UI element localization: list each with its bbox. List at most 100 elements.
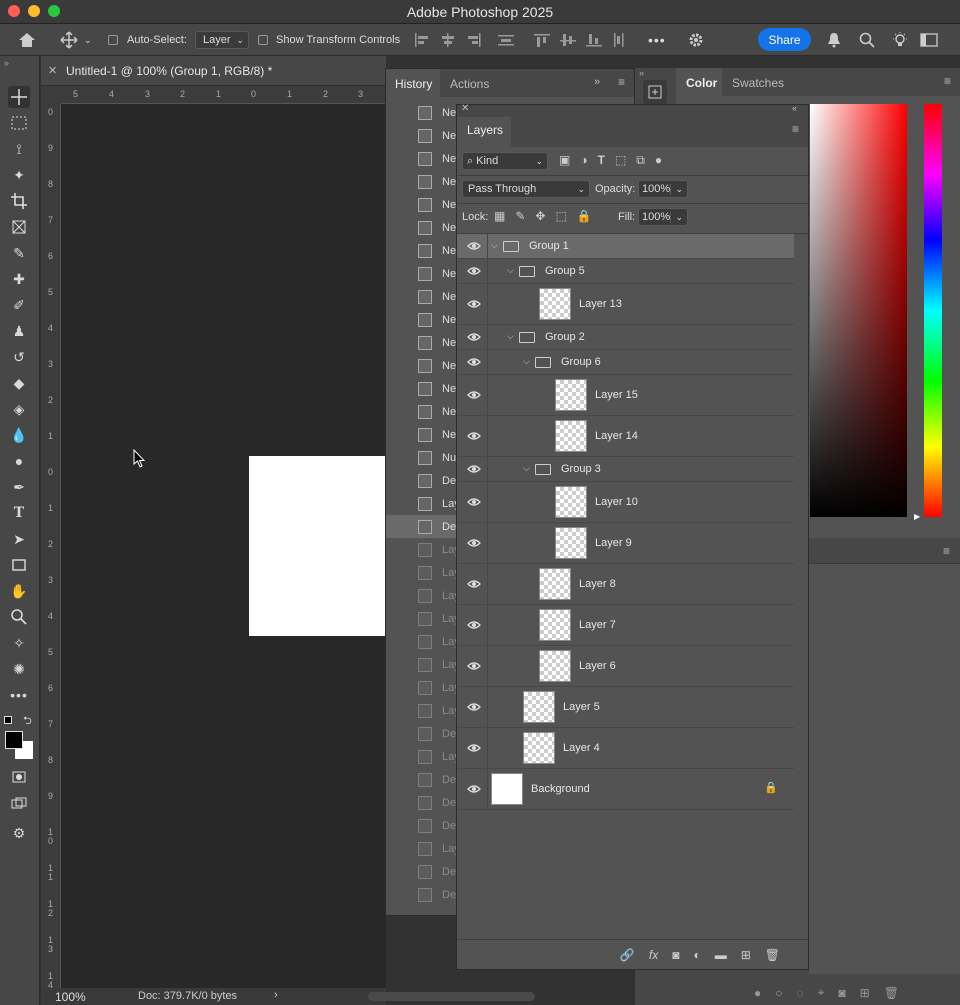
frame-tool-icon[interactable] bbox=[8, 216, 30, 238]
tab-color[interactable]: Color bbox=[686, 76, 717, 90]
blend-mode-dropdown[interactable]: Pass Through ⌄ bbox=[462, 180, 590, 198]
layer-list-scrollbar[interactable] bbox=[794, 234, 808, 934]
eye-icon[interactable] bbox=[467, 284, 481, 324]
history-item[interactable]: De bbox=[386, 791, 461, 814]
history-item[interactable]: Lay bbox=[386, 630, 461, 653]
color-field[interactable] bbox=[810, 104, 907, 517]
foreground-color-swatch[interactable] bbox=[5, 731, 23, 749]
status-arrow-icon[interactable]: › bbox=[274, 989, 278, 1001]
screen-mode-icon[interactable] bbox=[8, 792, 30, 814]
path-selection-icon[interactable]: ➤ bbox=[8, 528, 30, 550]
brush-tool-icon[interactable]: ✐ bbox=[8, 294, 30, 316]
history-item[interactable]: Lay bbox=[386, 492, 461, 515]
layer-row[interactable]: Layer 6 bbox=[457, 646, 795, 687]
layer-row[interactable]: ⌵ Group 2 bbox=[457, 325, 795, 350]
home-icon[interactable] bbox=[18, 24, 36, 56]
tab-actions[interactable]: Actions bbox=[450, 77, 489, 91]
collapse-icon[interactable]: » bbox=[639, 68, 644, 78]
trash-icon[interactable]: 🗑 bbox=[884, 986, 899, 1000]
move-tool-icon[interactable]: ⌄ bbox=[60, 24, 92, 56]
opacity-input[interactable]: 100% ⌄ bbox=[638, 180, 688, 198]
lock-icon[interactable]: 🔒 bbox=[764, 781, 778, 794]
rectangle-tool-icon[interactable] bbox=[8, 554, 30, 576]
type-filter-icon[interactable]: T bbox=[598, 153, 605, 168]
history-item[interactable]: Lay bbox=[386, 538, 461, 561]
collapse-icon[interactable]: « bbox=[792, 103, 797, 113]
hand-tool-icon[interactable]: ✋ bbox=[8, 580, 30, 602]
layer-row[interactable]: ⌵ Group 3 bbox=[457, 457, 795, 482]
history-item[interactable]: Ne bbox=[386, 101, 461, 124]
history-item[interactable]: De bbox=[386, 814, 461, 837]
layer-row[interactable]: Layer 9 bbox=[457, 523, 795, 564]
share-button[interactable]: Share bbox=[758, 28, 811, 51]
fill-input[interactable]: 100% ⌄ bbox=[638, 208, 688, 226]
eye-icon[interactable] bbox=[467, 564, 481, 604]
target-icon[interactable]: ⌖ bbox=[818, 985, 825, 1000]
zoom-level[interactable]: 100% bbox=[55, 990, 86, 1004]
history-item[interactable]: Lay bbox=[386, 699, 461, 722]
disclosure-arrow-icon[interactable]: ⌵ bbox=[491, 240, 498, 251]
move-tool-icon[interactable] bbox=[8, 86, 30, 108]
doc-info[interactable]: Doc: 379.7K/0 bytes bbox=[138, 990, 237, 1002]
pen-tool-icon[interactable]: ✒ bbox=[8, 476, 30, 498]
expand-icon[interactable]: » bbox=[594, 76, 600, 88]
align-left-icon[interactable] bbox=[414, 33, 430, 47]
panel-menu-icon[interactable]: ≡ bbox=[944, 74, 951, 88]
eye-icon[interactable] bbox=[467, 687, 481, 727]
lock-all-icon[interactable]: 🔒 bbox=[577, 209, 592, 223]
eye-icon[interactable] bbox=[467, 482, 481, 522]
layer-row[interactable]: Layer 14 bbox=[457, 416, 795, 457]
circle-filled-icon[interactable]: ● bbox=[754, 986, 761, 1000]
history-item[interactable]: De bbox=[386, 768, 461, 791]
eye-icon[interactable] bbox=[467, 350, 481, 374]
chevron-down-icon[interactable]: ⌄ bbox=[84, 35, 92, 46]
remove-tool-icon[interactable]: ✺ bbox=[8, 658, 30, 680]
history-item[interactable]: Ne bbox=[386, 193, 461, 216]
distribute-icon[interactable] bbox=[498, 33, 514, 47]
panel-menu-icon[interactable]: ≡ bbox=[943, 544, 950, 558]
history-item[interactable]: Lay bbox=[386, 653, 461, 676]
search-icon[interactable] bbox=[859, 24, 875, 56]
history-brush-icon[interactable]: ↺ bbox=[8, 346, 30, 368]
align-bottom-icon[interactable] bbox=[586, 33, 602, 47]
gear-icon[interactable] bbox=[688, 24, 704, 56]
filter-toggle-icon[interactable]: ● bbox=[655, 153, 662, 168]
document-canvas[interactable] bbox=[249, 456, 385, 636]
history-item[interactable]: Ne bbox=[386, 285, 461, 308]
link-layers-icon[interactable]: 🔗 bbox=[620, 948, 635, 962]
panel-menu-icon[interactable]: ≡ bbox=[618, 75, 625, 89]
marquee-tool-icon[interactable] bbox=[8, 112, 30, 134]
healing-brush-icon[interactable]: ✚ bbox=[8, 268, 30, 290]
history-item[interactable]: Ne bbox=[386, 124, 461, 147]
eraser-icon[interactable]: ◆ bbox=[8, 372, 30, 394]
history-item[interactable]: Ne bbox=[386, 216, 461, 239]
lock-pixels-icon[interactable]: ✎ bbox=[515, 209, 525, 223]
edit-toolbar-icon[interactable]: ••• bbox=[8, 684, 30, 706]
history-item[interactable]: Lay bbox=[386, 584, 461, 607]
disclosure-arrow-icon[interactable]: ⌵ bbox=[507, 265, 514, 276]
default-colors-icon[interactable] bbox=[4, 716, 12, 724]
contextual-taskbar-icon[interactable]: ⚙ bbox=[8, 822, 30, 844]
lock-transparent-icon[interactable]: ▦ bbox=[494, 209, 505, 223]
tab-swatches[interactable]: Swatches bbox=[732, 76, 784, 90]
history-item[interactable]: Ne bbox=[386, 400, 461, 423]
history-item[interactable]: Ne bbox=[386, 423, 461, 446]
horizontal-scrollbar[interactable] bbox=[368, 992, 535, 1001]
chevron-down-icon[interactable]: ⌄ bbox=[670, 211, 683, 223]
quick-mask-icon[interactable] bbox=[8, 766, 30, 788]
history-item[interactable]: Ne bbox=[386, 308, 461, 331]
history-item[interactable]: Ne bbox=[386, 354, 461, 377]
type-tool-icon[interactable]: T bbox=[8, 502, 30, 524]
new-icon[interactable]: ⊞ bbox=[860, 986, 870, 1000]
collapse-icon[interactable]: » bbox=[4, 58, 9, 68]
smart-object-filter-icon[interactable]: ⧉ bbox=[636, 153, 645, 168]
chevron-down-icon[interactable]: ⌄ bbox=[670, 183, 683, 195]
auto-select-dropdown[interactable]: Layer ⌄ bbox=[195, 31, 249, 49]
eye-icon[interactable] bbox=[467, 605, 481, 645]
generative-fill-icon[interactable]: ✧ bbox=[8, 632, 30, 654]
auto-select-checkbox[interactable] bbox=[108, 35, 118, 45]
layer-row[interactable]: Layer 15 bbox=[457, 375, 795, 416]
lightbulb-icon[interactable] bbox=[891, 24, 909, 56]
align-right-icon[interactable] bbox=[466, 33, 482, 47]
align-top-icon[interactable] bbox=[534, 33, 550, 47]
